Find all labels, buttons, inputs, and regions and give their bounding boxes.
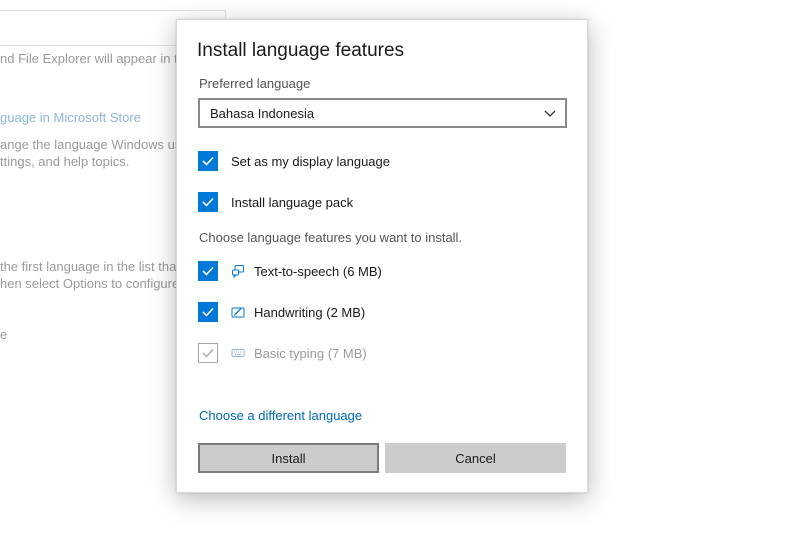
display-language-label: Set as my display language: [231, 153, 390, 169]
display-language-checkbox[interactable]: [198, 151, 218, 171]
cancel-button[interactable]: Cancel: [385, 443, 566, 473]
checkmark-icon: [202, 307, 214, 317]
display-language-option[interactable]: Set as my display language: [198, 151, 390, 171]
preferred-language-select[interactable]: Bahasa Indonesia: [198, 98, 567, 128]
keyboard-icon: [231, 349, 245, 357]
install-button[interactable]: Install: [198, 443, 379, 473]
checkmark-icon: [202, 197, 214, 207]
background-text: nd File Explorer will appear in th: [0, 51, 185, 66]
handwriting-option[interactable]: Handwriting (2 MB): [198, 302, 365, 322]
background-text: hen select Options to configure: [0, 276, 180, 291]
dialog-title: Install language features: [197, 40, 405, 61]
speech-icon: [232, 265, 244, 278]
background-text: ttings, and help topics.: [0, 154, 130, 169]
background-text: e: [0, 327, 8, 342]
handwriting-checkbox[interactable]: [198, 302, 218, 322]
chevron-down-icon: [544, 110, 556, 117]
choose-different-language-link[interactable]: Choose a different language: [199, 408, 362, 423]
language-pack-option[interactable]: Install language pack: [198, 192, 353, 212]
checkmark-icon: [202, 266, 214, 276]
text-to-speech-option[interactable]: Text-to-speech (6 MB): [198, 261, 382, 281]
install-language-dialog: Install language features Preferred lang…: [176, 19, 588, 493]
language-pack-checkbox[interactable]: [198, 192, 218, 212]
features-hint: Choose language features you want to ins…: [199, 230, 463, 245]
text-to-speech-checkbox[interactable]: [198, 261, 218, 281]
basic-typing-checkbox: [198, 343, 218, 363]
background-text: the first language in the list tha: [0, 259, 177, 274]
basic-typing-option: Basic typing (7 MB): [198, 343, 367, 363]
pen-icon: [231, 307, 245, 318]
background-store-link: guage in Microsoft Store: [0, 110, 141, 125]
checkmark-icon: [202, 349, 214, 358]
checkmark-icon: [202, 156, 214, 166]
preferred-language-label: Preferred language: [199, 76, 311, 91]
text-to-speech-label: Text-to-speech (6 MB): [254, 263, 382, 279]
basic-typing-label: Basic typing (7 MB): [254, 345, 367, 361]
selected-language: Bahasa Indonesia: [210, 105, 315, 121]
language-pack-label: Install language pack: [231, 194, 354, 210]
background-text: ange the language Windows us: [0, 137, 182, 152]
handwriting-label: Handwriting (2 MB): [254, 304, 366, 320]
